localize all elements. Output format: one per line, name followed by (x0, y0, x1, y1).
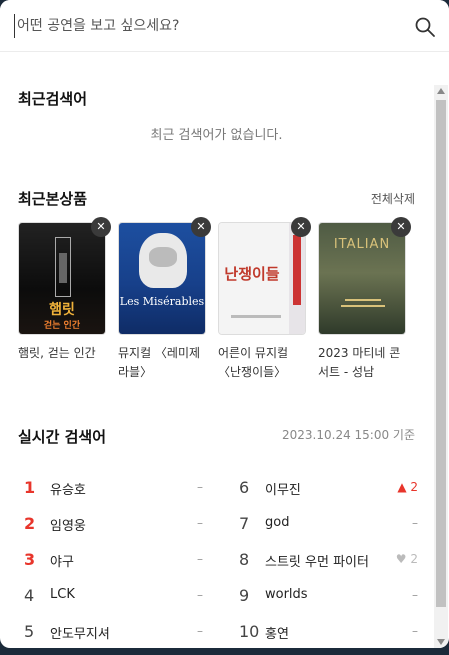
scrollbar-thumb[interactable] (436, 100, 446, 607)
clear-all-button[interactable]: 전체삭제 (371, 190, 415, 207)
recent-viewed-item-title[interactable]: 뮤지컬 〈레미제라블〉 (118, 344, 206, 382)
recent-viewed-list: 햄릿 걷는 인간 ✕ 햄릿, 걷는 인간 Les Misérables ✕ 뮤지… (18, 217, 418, 379)
recent-viewed-item[interactable]: 난쟁이들 ✕ 어른이 뮤지컬 〈난쟁이들〉 (218, 217, 311, 382)
rank-number: 10 (239, 622, 260, 641)
recent-searches-title: 최근검색어 (18, 90, 88, 108)
search-bar (0, 0, 449, 52)
rank-keyword[interactable]: 스트릿 우먼 파이터 (265, 551, 369, 570)
rank-change: – (412, 624, 418, 638)
poster-title-text: ITALIAN (333, 237, 391, 252)
poster-title-text: 햄릿 (49, 302, 75, 318)
rank-row[interactable]: 9 worlds – (233, 578, 418, 614)
poster-title-text: 난쟁이들 (224, 265, 280, 283)
realtime-rank-right: 6 이무진 ▲ 2 7 god – 8 스트릿 우먼 파이터 ♥ 2 9 wor… (233, 470, 418, 648)
remove-item-button[interactable]: ✕ (91, 217, 111, 237)
poster-image[interactable]: 햄릿 걷는 인간 (18, 222, 106, 335)
recent-viewed-item[interactable]: 햄릿 걷는 인간 ✕ 햄릿, 걷는 인간 (18, 217, 111, 363)
recent-viewed-item-title[interactable]: 어른이 뮤지컬 〈난쟁이들〉 (218, 344, 306, 382)
poster-subtitle-text: 걷는 인간 (43, 321, 81, 331)
rank-keyword[interactable]: 안도무지셔 (50, 623, 110, 642)
poster-title-text: Les Misérables (119, 295, 205, 308)
search-content: 최근검색어 최근 검색어가 없습니다. 최근본상품 전체삭제 햄릿 걷는 인간 … (0, 52, 433, 648)
rank-change: ♥ 2 (395, 552, 418, 566)
rank-number: 3 (24, 550, 36, 569)
rank-keyword[interactable]: god (265, 515, 289, 530)
recent-viewed-item-title[interactable]: 햄릿, 걷는 인간 (18, 344, 106, 363)
rank-row[interactable]: 10 홍연 – (233, 614, 418, 648)
rank-number: 4 (24, 586, 35, 605)
rank-number: 5 (24, 622, 35, 641)
rank-keyword[interactable]: worlds (265, 587, 308, 602)
rank-keyword[interactable]: 유승호 (50, 479, 86, 498)
rank-change: – (197, 624, 203, 638)
rank-number: 9 (239, 586, 250, 605)
rank-keyword[interactable]: 이무진 (265, 479, 301, 498)
rank-keyword[interactable]: 야구 (50, 551, 74, 570)
rank-number: 1 (24, 478, 36, 497)
recent-viewed-item[interactable]: ITALIAN ✕ 2023 마티네 콘서트 - 성남 (318, 217, 411, 382)
rank-change: – (412, 588, 418, 602)
rank-keyword[interactable]: 임영웅 (50, 515, 86, 534)
recent-viewed-item-title[interactable]: 2023 마티네 콘서트 - 성남 (318, 344, 406, 382)
remove-item-button[interactable]: ✕ (391, 217, 411, 237)
rank-row[interactable]: 7 god – (233, 506, 418, 542)
remove-item-button[interactable]: ✕ (291, 217, 311, 237)
rank-change: – (412, 516, 418, 530)
rank-number: 8 (239, 550, 250, 569)
rank-row[interactable]: 8 스트릿 우먼 파이터 ♥ 2 (233, 542, 418, 578)
search-panel: 최근검색어 최근 검색어가 없습니다. 최근본상품 전체삭제 햄릿 걷는 인간 … (0, 0, 449, 648)
scroll-up-arrow-icon[interactable] (437, 88, 445, 94)
rank-change: – (197, 552, 203, 566)
rank-change: – (197, 480, 203, 494)
rank-row[interactable]: 5 안도무지셔 – (18, 614, 203, 648)
remove-item-button[interactable]: ✕ (191, 217, 211, 237)
rank-change: – (197, 516, 203, 530)
rank-row[interactable]: 1 유승호 – (18, 470, 203, 506)
rank-number: 7 (239, 514, 250, 533)
rank-keyword[interactable]: LCK (50, 587, 75, 602)
realtime-rank-left: 1 유승호 – 2 임영웅 – 3 야구 – 4 LCK – 5 안도무지셔 – (18, 470, 203, 648)
rank-change: – (197, 588, 203, 602)
rank-row[interactable]: 2 임영웅 – (18, 506, 203, 542)
realtime-title: 실시간 검색어 (18, 428, 107, 446)
rank-row[interactable]: 3 야구 – (18, 542, 203, 578)
scroll-down-arrow-icon[interactable] (437, 639, 445, 645)
recent-viewed-item[interactable]: Les Misérables ✕ 뮤지컬 〈레미제라블〉 (118, 217, 211, 382)
search-input[interactable] (14, 14, 394, 38)
rank-row[interactable]: 4 LCK – (18, 578, 203, 614)
poster-image[interactable]: 난쟁이들 (218, 222, 306, 335)
recent-searches-empty-message: 최근 검색어가 없습니다. (150, 128, 283, 143)
search-icon[interactable] (414, 16, 436, 38)
rank-number: 2 (24, 514, 36, 533)
rank-change: ▲ 2 (397, 480, 418, 494)
vertical-scrollbar[interactable] (434, 85, 448, 648)
rank-keyword[interactable]: 홍연 (265, 623, 289, 642)
recent-viewed-title: 최근본상품 (18, 190, 88, 208)
realtime-timestamp: 2023.10.24 15:00 기준 (282, 428, 415, 442)
rank-number: 6 (239, 478, 250, 497)
poster-image[interactable]: Les Misérables (118, 222, 206, 335)
rank-row[interactable]: 6 이무진 ▲ 2 (233, 470, 418, 506)
poster-image[interactable]: ITALIAN (318, 222, 406, 335)
